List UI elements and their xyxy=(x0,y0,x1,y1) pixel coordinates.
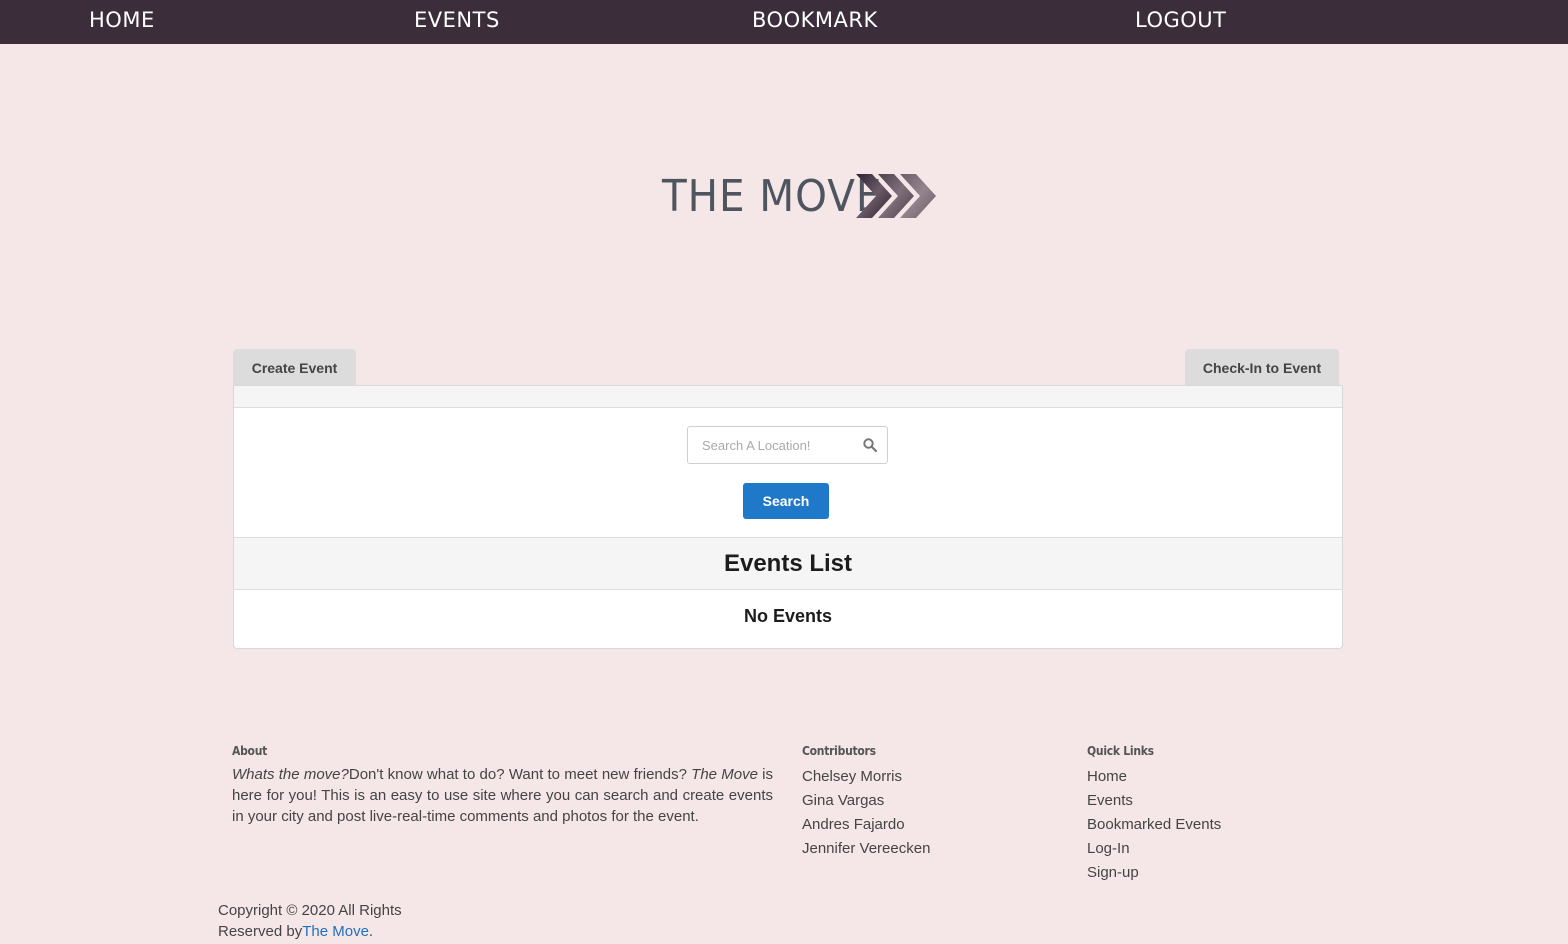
no-events-message: No Events xyxy=(743,606,833,626)
copyright-brand-link[interactable]: The Move xyxy=(302,923,369,940)
quick-links-heading: Quick Links xyxy=(1087,744,1154,758)
contributors-heading: Contributors xyxy=(802,744,876,758)
about-brand: The Move xyxy=(691,766,758,783)
footer-quick-links: Quick Links Home Events Bookmarked Event… xyxy=(1087,744,1337,885)
contributor-item: Gina Vargas xyxy=(802,792,885,809)
about-lead: Whats the move? xyxy=(232,766,349,783)
nav-bookmark-link[interactable]: BOOKMARK xyxy=(752,8,878,32)
top-nav: HOME EVENTS BOOKMARK LOGOUT xyxy=(0,0,1568,44)
logo-text: THE MOVE xyxy=(662,170,883,222)
quick-link-home[interactable]: Home xyxy=(1087,768,1127,785)
nav-events-link[interactable]: EVENTS xyxy=(414,8,500,32)
quick-link-bookmarked-events[interactable]: Bookmarked Events xyxy=(1087,816,1221,833)
contributor-item: Jennifer Vereecken xyxy=(802,840,931,857)
site-logo: THE MOVE xyxy=(662,168,944,224)
quick-links-list: Home Events Bookmarked Events Log-In Sig… xyxy=(1087,765,1337,885)
create-event-button[interactable]: Create Event xyxy=(233,349,356,386)
quick-link-events[interactable]: Events xyxy=(1087,792,1133,809)
contributors-list: Chelsey Morris Gina Vargas Andres Fajard… xyxy=(802,765,1052,861)
copyright-line-1: Copyright © 2020 All Rights xyxy=(218,902,402,919)
quick-link-log-in[interactable]: Log-In xyxy=(1087,840,1130,857)
card-header-strip xyxy=(234,386,1342,408)
copyright-line-2: Reserved by xyxy=(218,923,303,940)
nav-logout-link[interactable]: LOGOUT xyxy=(1135,8,1226,32)
search-field xyxy=(687,426,888,464)
triple-chevron-right-icon xyxy=(856,174,936,218)
events-card: Search Events List No Events xyxy=(233,385,1343,649)
contributor-item: Andres Fajardo xyxy=(802,816,905,833)
nav-home-link[interactable]: HOME xyxy=(89,8,155,32)
copyright: Copyright © 2020 All Rights Reserved byT… xyxy=(218,900,438,942)
check-in-event-button[interactable]: Check-In to Event xyxy=(1185,349,1339,386)
copyright-period: . xyxy=(368,923,374,940)
contributor-item: Chelsey Morris xyxy=(802,768,903,785)
search-button[interactable]: Search xyxy=(743,483,829,519)
search-icon[interactable] xyxy=(863,438,877,452)
about-text: Whats the move?Don't know what to do? Wa… xyxy=(232,764,773,827)
footer-about: About Whats the move?Don't know what to … xyxy=(232,744,773,827)
footer-contributors: Contributors Chelsey Morris Gina Vargas … xyxy=(802,744,1052,861)
about-text-part-1: Don't know what to do? Want to meet new … xyxy=(348,766,692,783)
search-location-input[interactable] xyxy=(688,427,853,463)
about-heading: About xyxy=(232,744,268,758)
quick-link-sign-up[interactable]: Sign-up xyxy=(1087,864,1139,881)
events-list-title: Events List xyxy=(234,537,1342,590)
